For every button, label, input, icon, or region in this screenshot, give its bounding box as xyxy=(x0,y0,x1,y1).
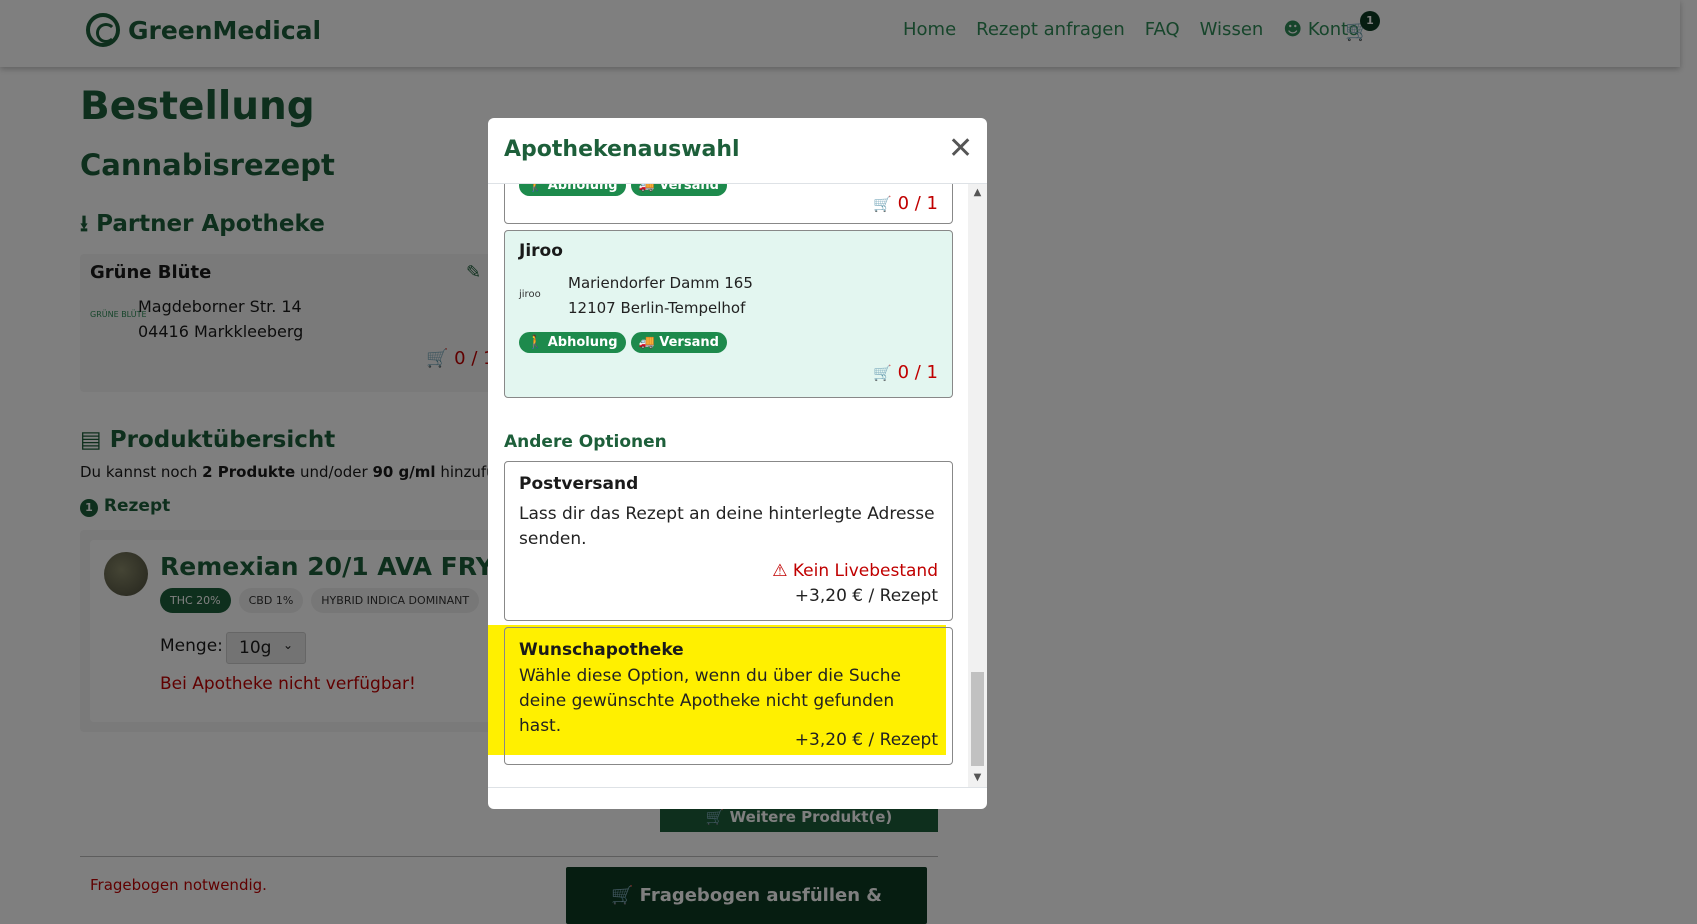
pickup-pill: 🚶 Abholung xyxy=(519,332,626,353)
pharmacy-pills: 🚶 Abholung 🚚 Versand xyxy=(519,184,727,196)
modal-footer-divider xyxy=(488,787,987,788)
scroll-thumb[interactable] xyxy=(971,672,984,766)
pharmacy-stock-value: 0 / 1 xyxy=(897,193,938,214)
pharmacy-pills: 🚶 Abholung 🚚 Versand xyxy=(519,332,727,353)
pickup-label: Abholung xyxy=(547,335,618,350)
option-name: Wunschapotheke xyxy=(519,640,684,660)
modal-title: Apothekenauswahl xyxy=(504,137,740,162)
pharmacy-stock-value: 0 / 1 xyxy=(897,362,938,383)
shipping-label: Versand xyxy=(659,335,719,350)
pickup-label: Abholung xyxy=(547,184,618,193)
shipping-label: Versand xyxy=(659,184,719,193)
scroll-up-icon[interactable]: ▲ xyxy=(968,184,987,202)
modal-body: 🚶 Abholung 🚚 Versand 🛒 0 / 1 Jiroo jiroo… xyxy=(488,184,987,787)
option-description: Wähle diese Option, wenn du über die Suc… xyxy=(519,666,901,736)
option-price: +3,20 € / Rezept xyxy=(794,586,938,606)
shipping-pill: 🚚 Versand xyxy=(630,184,727,196)
option-price: +3,20 € / Rezept xyxy=(794,730,938,750)
modal-scrollbar[interactable]: ▲ ▼ xyxy=(968,184,987,787)
no-live-stock-warning: ⚠ Kein Livebestand xyxy=(772,561,938,581)
shipping-pill: 🚚 Versand xyxy=(630,332,727,353)
pharmacy-street: Mariendorfer Damm 165 xyxy=(568,274,753,292)
basket-icon: 🛒 xyxy=(873,364,892,382)
pickup-pill: 🚶 Abholung xyxy=(519,184,626,196)
close-icon[interactable]: ✕ xyxy=(948,134,973,164)
pharmacy-stock: 🛒 0 / 1 xyxy=(873,193,938,214)
pharmacy-selection-modal: Apothekenauswahl ✕ 🚶 Abholung 🚚 Versand … xyxy=(488,118,987,809)
pharmacy-card[interactable]: 🚶 Abholung 🚚 Versand 🛒 0 / 1 xyxy=(504,184,953,224)
pharmacy-stock: 🛒 0 / 1 xyxy=(873,362,938,383)
warning-label: Kein Livebestand xyxy=(792,561,938,581)
option-description: Lass dir das Rezept an deine hinterlegte… xyxy=(519,504,935,549)
other-options-heading: Andere Optionen xyxy=(504,432,667,452)
pharmacy-address: Mariendorfer Damm 165 12107 Berlin-Tempe… xyxy=(568,271,753,321)
pharmacy-card-jiroo[interactable]: Jiroo jiroo Mariendorfer Damm 165 12107 … xyxy=(504,230,953,398)
modal-header: Apothekenauswahl ✕ xyxy=(488,118,987,184)
option-postversand[interactable]: Postversand Lass dir das Rezept an deine… xyxy=(504,461,953,621)
scroll-down-icon[interactable]: ▼ xyxy=(968,769,987,787)
basket-icon: 🛒 xyxy=(873,195,892,213)
pharmacy-logo: jiroo xyxy=(519,289,541,300)
option-name: Postversand xyxy=(519,474,639,494)
pharmacy-city: 12107 Berlin-Tempelhof xyxy=(568,299,746,317)
warning-icon: ⚠ xyxy=(772,561,788,581)
pharmacy-name: Jiroo xyxy=(519,241,563,261)
option-wunschapotheke[interactable]: Wunschapotheke Wähle diese Option, wenn … xyxy=(504,627,953,765)
